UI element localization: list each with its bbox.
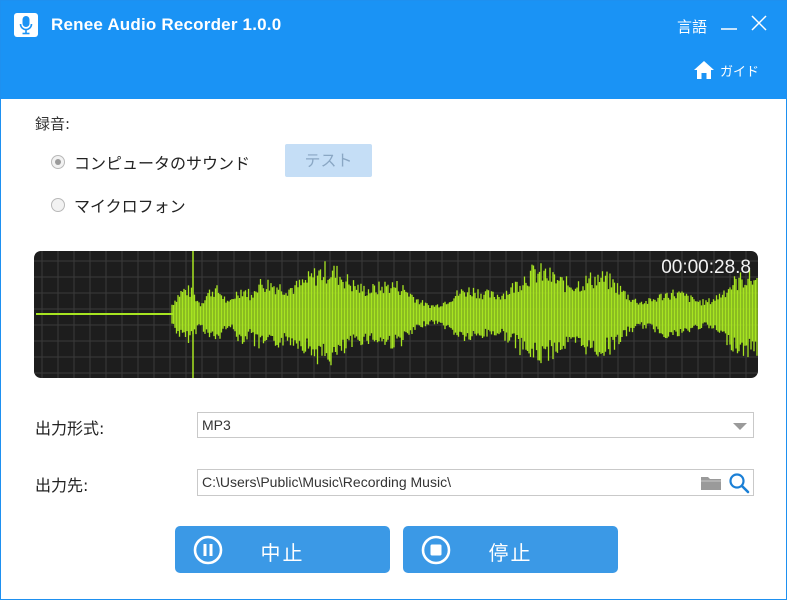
waveform-display: 00:00:28.8 xyxy=(34,251,758,378)
pause-label: 中止 xyxy=(260,541,305,565)
recording-section-label: 録音: xyxy=(35,115,71,133)
minimize-icon xyxy=(721,28,737,30)
recording-timer: 00:00:28.8 xyxy=(661,257,751,278)
guide-label: ガイド xyxy=(720,64,760,80)
home-icon xyxy=(694,61,714,79)
waveform-graph xyxy=(34,251,758,378)
radio-button[interactable] xyxy=(51,198,65,212)
output-format-label: 出力形式: xyxy=(35,419,105,438)
close-icon xyxy=(751,15,767,31)
close-button[interactable] xyxy=(749,13,769,33)
output-destination-field[interactable]: C:\Users\Public\Music\Recording Music\ xyxy=(197,469,754,496)
search-icon[interactable] xyxy=(728,472,750,498)
guide-button[interactable]: ガイド xyxy=(693,59,759,81)
microphone-app-icon xyxy=(14,13,38,37)
output-destination-label: 出力先: xyxy=(35,476,89,495)
radio-computer-sound[interactable]: コンピュータのサウンド xyxy=(51,150,250,174)
pause-button[interactable]: 中止 xyxy=(175,526,390,573)
app-title: Renee Audio Recorder 1.0.0 xyxy=(51,15,282,34)
output-destination-value: C:\Users\Public\Music\Recording Music\ xyxy=(202,474,451,490)
radio-button-selected[interactable] xyxy=(51,155,65,169)
test-button[interactable]: テスト xyxy=(285,144,372,177)
radio-microphone[interactable]: マイクロフォン xyxy=(51,193,186,217)
language-button[interactable]: 言語 xyxy=(677,16,707,37)
minimize-button[interactable] xyxy=(719,13,739,33)
stop-label: 停止 xyxy=(488,541,533,565)
stop-button[interactable]: 停止 xyxy=(403,526,618,573)
output-format-value: MP3 xyxy=(202,417,231,433)
chevron-down-icon xyxy=(733,423,747,430)
folder-icon[interactable] xyxy=(700,474,722,496)
output-format-select[interactable]: MP3 xyxy=(197,412,754,438)
radio-label-computer-sound: コンピュータのサウンド xyxy=(74,154,251,173)
radio-label-microphone: マイクロフォン xyxy=(74,197,186,216)
app-window: Renee Audio Recorder 1.0.0 言語 ガイド 録音: コン… xyxy=(0,0,787,600)
title-bar: Renee Audio Recorder 1.0.0 言語 ガイド xyxy=(1,1,786,99)
